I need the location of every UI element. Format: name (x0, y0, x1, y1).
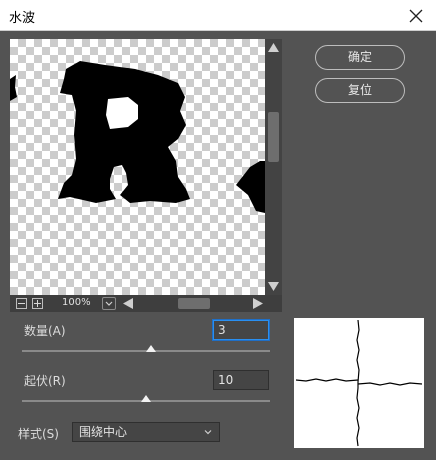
style-label: 样式(S) (18, 427, 59, 441)
dialog-title: 水波 (9, 11, 36, 26)
ok-button[interactable]: 确定 (315, 45, 405, 70)
arrow-down-icon[interactable] (267, 280, 280, 293)
chevron-down-icon (105, 301, 113, 306)
reset-button[interactable]: 复位 (315, 78, 405, 103)
zoom-dropdown-button[interactable] (102, 297, 116, 310)
close-button[interactable] (396, 0, 436, 31)
ridges-slider-thumb[interactable] (141, 395, 151, 402)
preview-image (10, 61, 265, 213)
close-icon (409, 9, 423, 22)
ridges-label: 起伏(R) (24, 374, 66, 388)
ridges-input[interactable]: 10 (213, 370, 269, 390)
zoom-value: 100% (62, 297, 91, 308)
arrow-right-icon[interactable] (252, 298, 264, 309)
vertical-scrollbar[interactable] (265, 39, 282, 295)
horizontal-scroll-thumb[interactable] (178, 298, 210, 309)
preview-bottom-bar: 100% (10, 295, 282, 312)
zoom-out-icon (18, 303, 25, 304)
arrow-left-icon[interactable] (122, 298, 134, 309)
preview-canvas[interactable] (10, 39, 265, 295)
zoom-select[interactable]: 100% (50, 296, 118, 311)
style-select[interactable]: 围绕中心 (72, 422, 220, 442)
chevron-down-icon (204, 430, 212, 435)
amount-label: 数量(A) (24, 324, 66, 338)
zoom-in-icon (34, 300, 41, 307)
vertical-scroll-thumb[interactable] (268, 112, 279, 162)
zoom-in-button[interactable] (32, 298, 43, 309)
zoom-out-button[interactable] (16, 298, 27, 309)
title-bar: 水波 (0, 0, 436, 31)
arrow-up-icon[interactable] (267, 41, 280, 54)
amount-slider-thumb[interactable] (145, 345, 156, 352)
style-selected-value: 围绕中心 (79, 425, 128, 439)
amount-input[interactable]: 3 (213, 320, 269, 340)
ripple-map-preview (294, 318, 424, 448)
ripple-map-graphic (295, 319, 423, 447)
